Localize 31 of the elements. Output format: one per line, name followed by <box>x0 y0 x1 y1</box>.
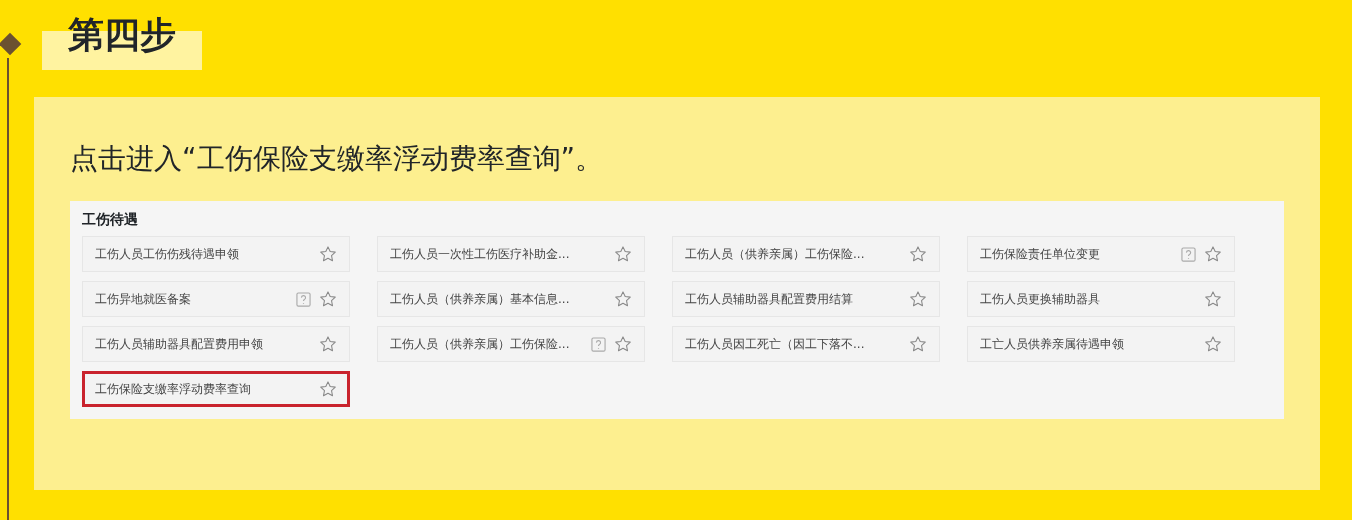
section-title: 工伤待遇 <box>82 210 139 229</box>
star-icon[interactable] <box>909 335 927 353</box>
help-icon[interactable] <box>296 291 311 307</box>
service-item[interactable]: 工伤异地就医备案 <box>82 281 350 317</box>
help-icon[interactable] <box>1181 246 1196 262</box>
service-item[interactable]: 工伤人员（供养亲属）工伤保险... <box>672 236 940 272</box>
star-icon[interactable] <box>614 245 632 263</box>
service-item[interactable]: 工亡人员供养亲属待遇申领 <box>967 326 1235 362</box>
service-item[interactable]: 工伤人员（供养亲属）基本信息... <box>377 281 645 317</box>
star-icon[interactable] <box>909 290 927 308</box>
star-icon[interactable] <box>909 245 927 263</box>
service-item[interactable]: 工伤人员更换辅助器具 <box>967 281 1235 317</box>
star-icon[interactable] <box>614 335 632 353</box>
service-item[interactable]: 工伤保险支缴率浮动费率查询 <box>82 371 350 407</box>
service-item[interactable]: 工伤人员辅助器具配置费用申领 <box>82 326 350 362</box>
help-icon[interactable] <box>591 336 606 352</box>
star-icon[interactable] <box>1204 245 1222 263</box>
star-icon[interactable] <box>1204 335 1222 353</box>
star-icon[interactable] <box>614 290 632 308</box>
service-item[interactable]: 工伤人员工伤伤残待遇申领 <box>82 236 350 272</box>
service-item[interactable]: 工伤保险责任单位变更 <box>967 236 1235 272</box>
service-item[interactable]: 工伤人员一次性工伤医疗补助金... <box>377 236 645 272</box>
instruction-text: 点击进入“工伤保险支缴率浮动费率查询”。 <box>70 141 604 177</box>
star-icon[interactable] <box>319 380 337 398</box>
star-icon[interactable] <box>319 335 337 353</box>
star-icon[interactable] <box>1204 290 1222 308</box>
service-item[interactable]: 工伤人员辅助器具配置费用结算 <box>672 281 940 317</box>
star-icon[interactable] <box>319 290 337 308</box>
service-item[interactable]: 工伤人员因工死亡（因工下落不... <box>672 326 940 362</box>
service-item[interactable]: 工伤人员（供养亲属）工伤保险... <box>377 326 645 362</box>
star-icon[interactable] <box>319 245 337 263</box>
